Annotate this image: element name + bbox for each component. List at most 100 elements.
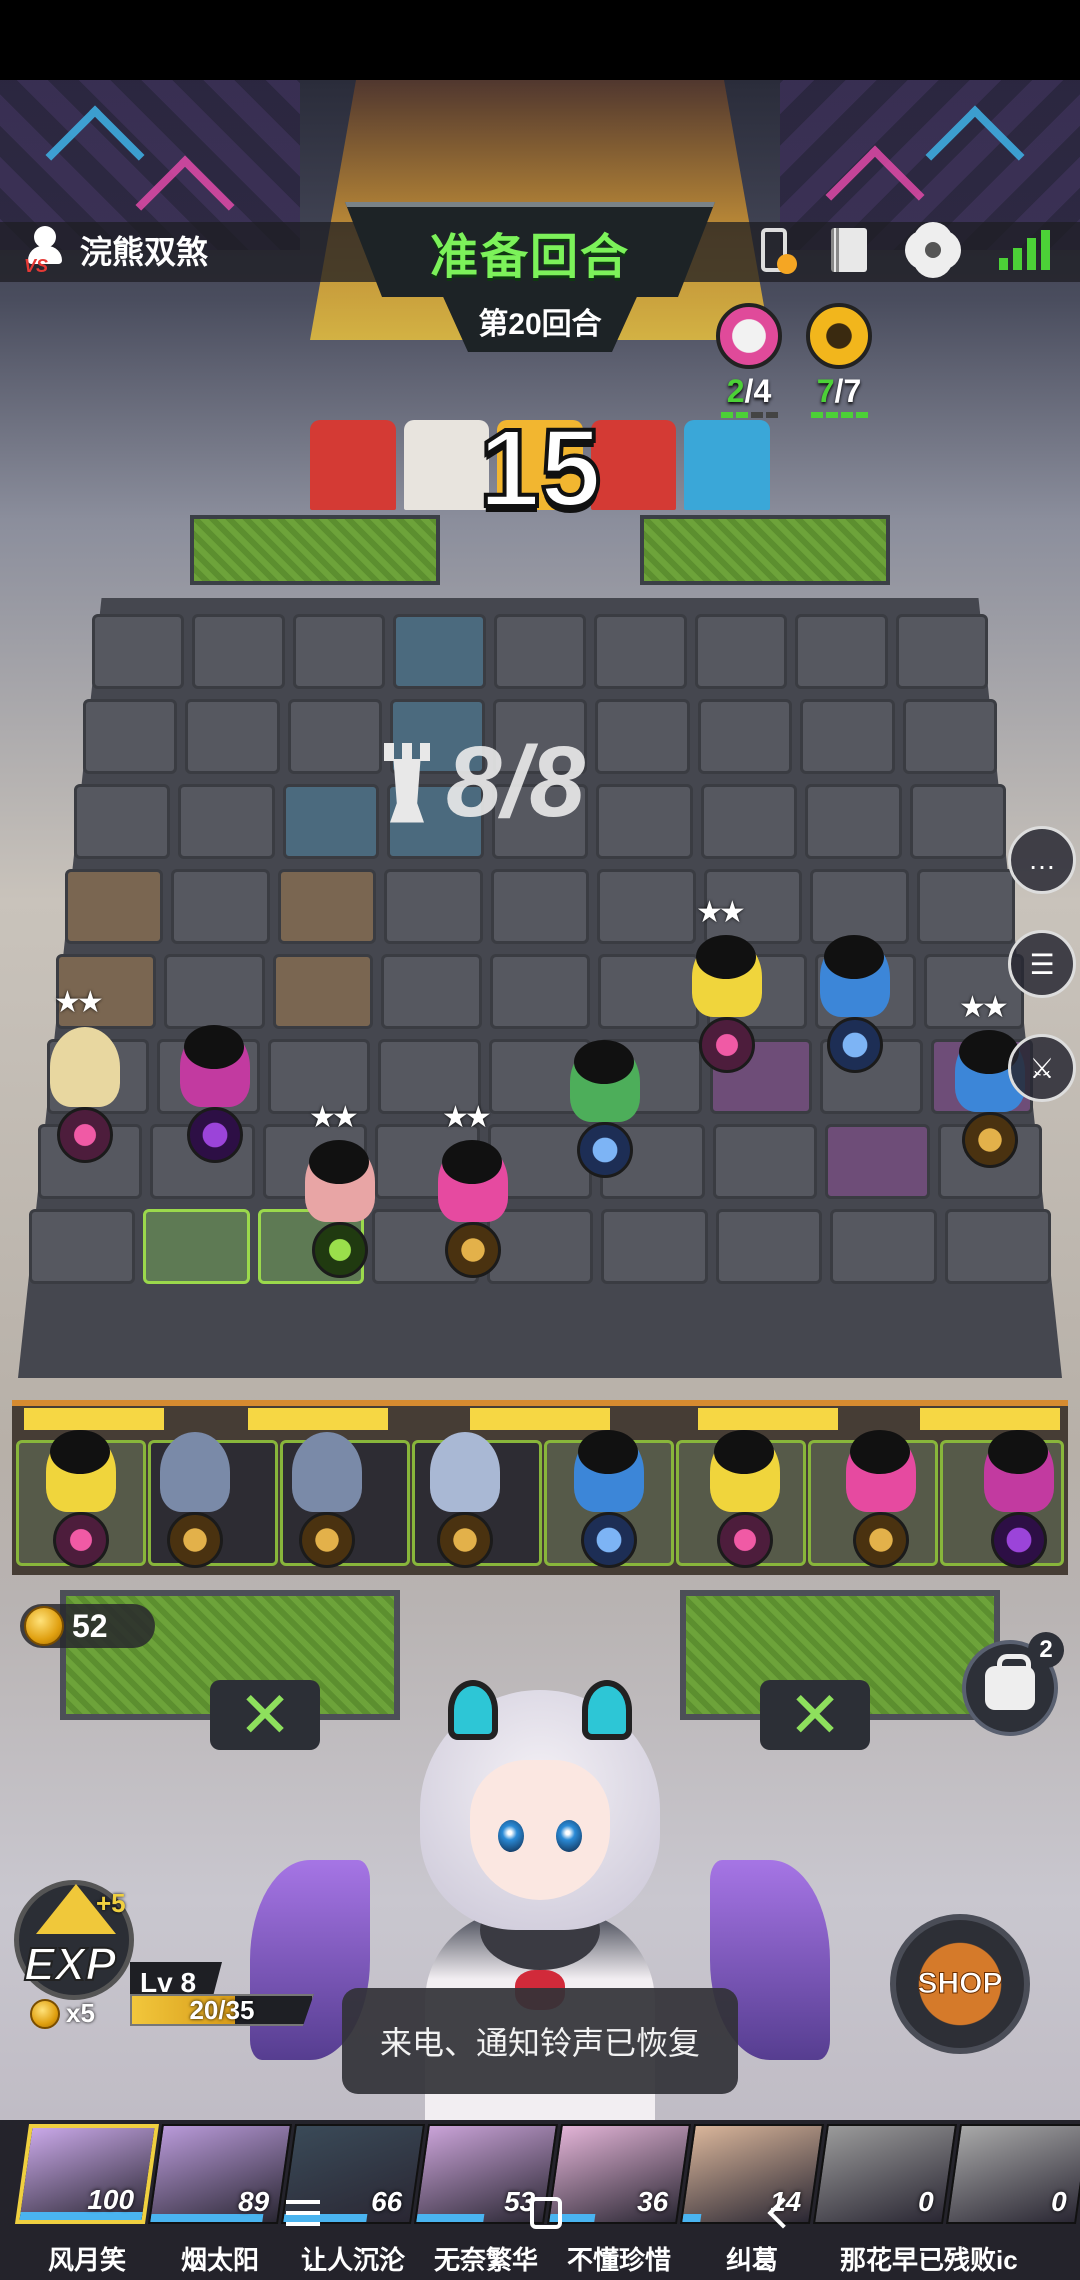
board-cell[interactable]: [83, 699, 178, 774]
star-rank: ★★: [309, 1101, 359, 1134]
leaf-synergy-icon: [827, 1017, 883, 1073]
board-cell[interactable]: [595, 699, 690, 774]
board-cell[interactable]: [944, 1209, 1051, 1284]
player-name: 让人沉沦: [300, 2245, 405, 2275]
shield-synergy-icon: [437, 1512, 493, 1568]
bench-unit[interactable]: [964, 1420, 1074, 1570]
board-cell[interactable]: [185, 699, 280, 774]
board-cell[interactable]: [800, 699, 895, 774]
x-pad-icon: ✕: [760, 1680, 870, 1750]
board-cell[interactable]: [490, 869, 590, 944]
board-unit[interactable]: ★★: [285, 1101, 395, 1280]
top-icons: [761, 228, 1050, 274]
board-cell[interactable]: [384, 869, 483, 944]
board-cell[interactable]: [74, 784, 171, 859]
sword-synergy-icon: [699, 1017, 755, 1073]
phone-sync-icon[interactable]: [761, 228, 797, 274]
lawn-left: [190, 515, 440, 585]
board-cell[interactable]: [700, 784, 798, 859]
leaf-synergy-icon: [581, 1512, 637, 1568]
board-cell[interactable]: [795, 614, 888, 689]
player-list-button[interactable]: ☰: [1008, 930, 1076, 998]
board-cell[interactable]: [178, 784, 275, 859]
board-cell[interactable]: [29, 1209, 136, 1284]
board-cell[interactable]: [292, 614, 386, 689]
board-cell[interactable]: [92, 614, 185, 689]
board-cell[interactable]: [596, 784, 693, 859]
system-toast: 来电、通知铃声已恢复: [342, 1988, 738, 2094]
exp-cost: x5: [30, 1998, 95, 2029]
board-cell[interactable]: [282, 784, 380, 859]
synergy-tracker-flame[interactable]: 7/7: [806, 303, 872, 418]
board-unit[interactable]: ★★: [418, 1101, 528, 1280]
board-cell[interactable]: [381, 954, 482, 1029]
phase-banner: 准备回合: [345, 202, 715, 297]
board-cell[interactable]: [715, 1209, 823, 1284]
bench-unit[interactable]: [26, 1420, 136, 1570]
board-cell[interactable]: [493, 614, 587, 689]
bench-unit[interactable]: [690, 1420, 800, 1570]
board-cell[interactable]: [601, 1209, 708, 1284]
star-rank: ★★: [959, 991, 1009, 1024]
opponent-name: 浣熊双煞: [80, 234, 209, 270]
board-unit[interactable]: [160, 1015, 270, 1165]
board-cell[interactable]: [830, 1209, 937, 1284]
bench-unit[interactable]: [554, 1420, 664, 1570]
board-cell[interactable]: [143, 1209, 250, 1284]
demon-synergy-icon: [187, 1107, 243, 1163]
board-cell[interactable]: [697, 699, 793, 774]
board-cell[interactable]: [712, 1124, 818, 1199]
board-cell[interactable]: [393, 614, 486, 689]
board-cell[interactable]: [895, 614, 988, 689]
board-cell[interactable]: [909, 784, 1006, 859]
board-cell[interactable]: [825, 1124, 930, 1199]
board-capacity: 8/8: [380, 725, 585, 840]
capacity-value: 8/8: [446, 726, 586, 838]
sword-synergy-icon: [717, 1512, 773, 1568]
player-name: 风月笑: [47, 2245, 126, 2275]
star-rank: ★★: [442, 1101, 492, 1134]
lawn-right: [640, 515, 890, 585]
board-cell[interactable]: [192, 614, 285, 689]
board-cell[interactable]: [805, 784, 902, 859]
board-cell[interactable]: [902, 699, 997, 774]
board-cell[interactable]: [594, 614, 687, 689]
shop-button[interactable]: SHOP: [890, 1914, 1030, 2054]
gold-value: 52: [72, 1607, 108, 1644]
lineup-button[interactable]: ⚔: [1008, 1034, 1076, 1102]
synergy-tracker-sword[interactable]: 2/4: [716, 303, 782, 418]
board-unit[interactable]: [800, 925, 910, 1075]
round-label: 第20回合: [478, 308, 602, 341]
bench-unit[interactable]: [410, 1420, 520, 1570]
rook-icon: [380, 742, 434, 823]
guide-book-icon[interactable]: [831, 228, 867, 272]
home-icon[interactable]: [530, 2197, 562, 2229]
board-cell[interactable]: [171, 869, 270, 944]
bench-unit[interactable]: [272, 1420, 382, 1570]
synergy-progress: [716, 412, 782, 418]
back-icon[interactable]: [767, 2197, 799, 2229]
board-unit[interactable]: [550, 1030, 660, 1180]
board-cell[interactable]: [916, 869, 1015, 944]
gear-icon[interactable]: [911, 228, 955, 272]
board-cell[interactable]: [694, 614, 788, 689]
board-cell[interactable]: [287, 699, 383, 774]
board-cell[interactable]: [277, 869, 377, 944]
countdown-timer: 15: [477, 405, 603, 532]
round-indicator: 第20回合: [440, 290, 640, 352]
bench-unit[interactable]: [826, 1420, 936, 1570]
board-cell[interactable]: [272, 954, 374, 1029]
player-name: 不懂珍惜: [566, 2245, 671, 2275]
board-unit[interactable]: ★★: [30, 986, 140, 1165]
synergy-count: 7/7: [816, 373, 862, 409]
board-cell[interactable]: [489, 954, 591, 1029]
opponent-info[interactable]: VS 浣熊双煞: [24, 226, 209, 276]
board-cell[interactable]: [65, 869, 164, 944]
bench-unit[interactable]: [140, 1420, 250, 1570]
chat-button[interactable]: …: [1008, 826, 1076, 894]
menu-icon[interactable]: [286, 2200, 320, 2226]
board-unit[interactable]: ★★: [672, 896, 782, 1075]
player-name: 那花早已残败ic: [840, 2245, 1018, 2275]
unit-sprite: [292, 1432, 362, 1512]
game-screen: VS 浣熊双煞 准备回合 第20回合 2/4 7/7 15 8/8 ★★ ★★ …: [0, 0, 1080, 2280]
